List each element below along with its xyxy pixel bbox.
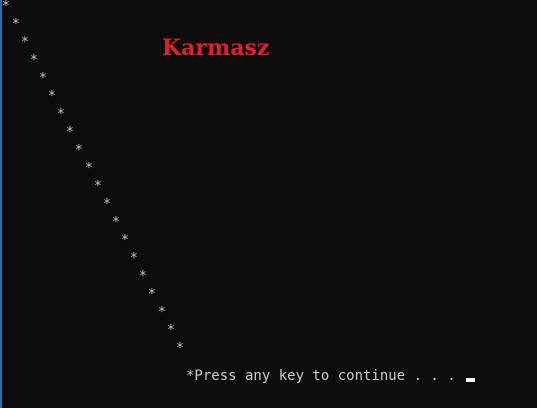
star-char: * bbox=[2, 0, 10, 14]
star-char: * bbox=[85, 161, 93, 176]
text-cursor bbox=[466, 378, 476, 382]
star-char: * bbox=[139, 269, 147, 284]
star-char: * bbox=[103, 197, 111, 212]
watermark-logo: Karmasz bbox=[162, 35, 270, 61]
star-char: * bbox=[112, 215, 120, 230]
window-left-edge bbox=[0, 0, 2, 408]
star-char: * bbox=[158, 305, 166, 320]
press-any-key-prompt: *Press any key to continue . . . bbox=[186, 368, 465, 384]
star-char: * bbox=[21, 35, 29, 50]
star-char: * bbox=[12, 17, 20, 32]
star-char: * bbox=[48, 89, 56, 104]
star-char: * bbox=[176, 341, 184, 356]
star-char: * bbox=[75, 143, 83, 158]
star-char: * bbox=[121, 233, 129, 248]
star-char: * bbox=[57, 107, 65, 122]
star-char: * bbox=[148, 287, 156, 302]
star-char: * bbox=[130, 251, 138, 266]
star-char: * bbox=[66, 125, 74, 140]
star-char: * bbox=[39, 71, 47, 86]
star-char: * bbox=[94, 179, 102, 194]
console-window[interactable]: * * * * * * * * * * * * * * * * * * * * … bbox=[0, 0, 537, 408]
star-char: * bbox=[167, 323, 175, 338]
console-prompt-line: *Press any key to continue . . . bbox=[186, 367, 476, 385]
star-char: * bbox=[30, 53, 38, 68]
